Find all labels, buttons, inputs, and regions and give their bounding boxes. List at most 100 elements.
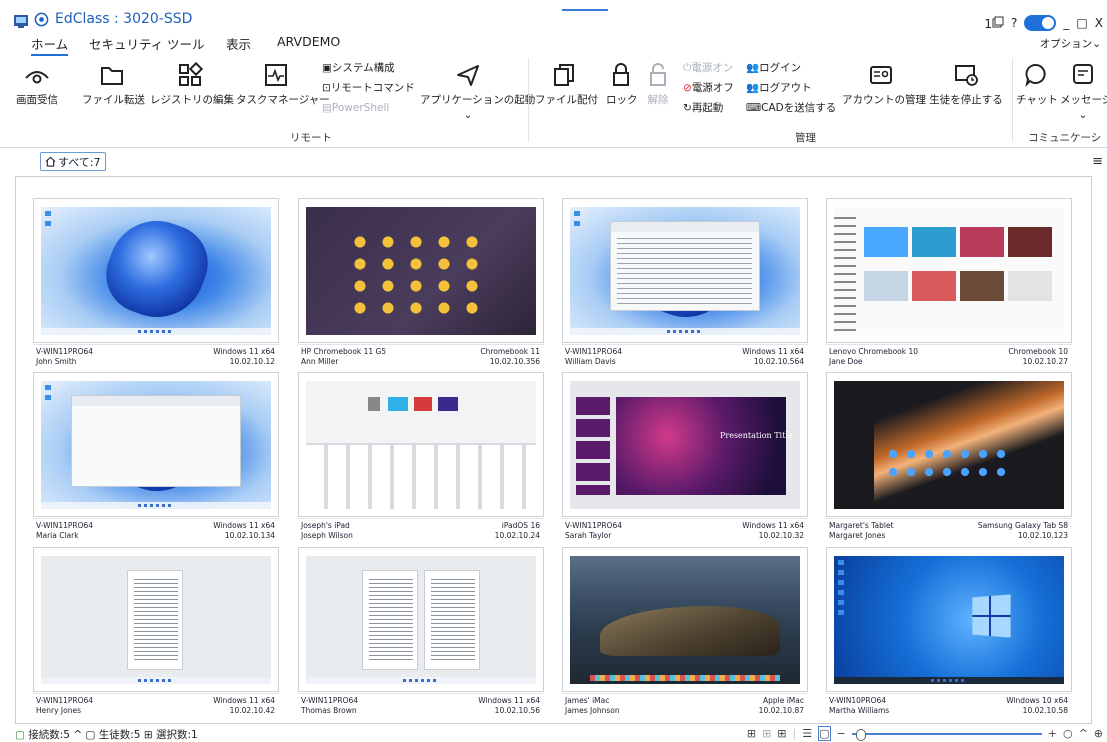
screen-preview (834, 206, 1064, 335)
card-os: Samsung Galaxy Tab S8 (977, 521, 1068, 530)
card-os: Apple iMac (762, 696, 804, 705)
tab-view[interactable]: 表示 (226, 34, 251, 53)
student-card[interactable]: Joseph's iPad Joseph Wilson iPadOS 16 10.02… (298, 372, 544, 542)
message-dropdown-icon: ⌄ (1078, 109, 1088, 121)
screen-preview: Presentation Title (570, 380, 800, 509)
account-manage-button[interactable]: アカウントの管理 (842, 60, 926, 107)
app-launch-button[interactable]: アプリケーションの起動 ⌄ (420, 60, 535, 121)
card-screenshot (826, 372, 1072, 517)
student-card[interactable]: V-WIN11PRO64 John Smith Windows 11 x64 10.0… (33, 198, 279, 368)
student-card[interactable]: Lenovo Chromebook 10 Jane Doe Chromebook 1… (826, 198, 1072, 368)
powershell-icon: ▤ (322, 102, 332, 114)
grid-small-icon[interactable]: ⊞ (777, 727, 786, 740)
screen-receive-label: 画面受信 (16, 94, 58, 106)
system-config-button[interactable]: ▣システム構成 (322, 58, 415, 78)
file-distribute-button[interactable]: ファイル配付 (535, 60, 598, 107)
card-info: James' iMac James Johnson Apple iMac 10.02.… (562, 693, 808, 717)
app-icon (14, 15, 28, 28)
card-info: V-WIN11PRO64 Thomas Brown Windows 11 x64 10… (298, 693, 544, 717)
task-manager-button[interactable]: タスクマネージャー (236, 60, 330, 107)
hamburger-menu-icon[interactable]: ≡ (1092, 154, 1103, 169)
student-card[interactable]: Presentation Title V-WIN11PRO64 Sarah Tay… (562, 372, 808, 542)
student-card[interactable]: James' iMac James Johnson Apple iMac 10.02.… (562, 547, 808, 717)
screen-preview (41, 555, 271, 684)
card-os: Windows 11 x64 (213, 696, 275, 705)
options-label: オプション (1039, 38, 1093, 50)
minimize-button[interactable]: _ (1063, 16, 1069, 30)
divider: | (792, 727, 797, 740)
notification-button[interactable]: 1 (984, 16, 1004, 31)
grid-large-icon[interactable]: ⊞ (747, 727, 756, 740)
student-card[interactable]: V-WIN11PRO64 Henry Jones Windows 11 x64 10.… (33, 547, 279, 717)
eye-icon (25, 71, 49, 84)
file-transfer-button[interactable]: ファイル転送 (82, 60, 145, 107)
options-menu[interactable]: オプション⌄ (1040, 36, 1101, 51)
tab-security[interactable]: セキュリティ (89, 34, 163, 53)
zoom-out-icon[interactable]: − (837, 727, 846, 740)
student-card[interactable]: V-WIN11PRO64 William Davis Windows 11 x64 1… (562, 198, 808, 368)
notification-count: 1 (984, 16, 993, 31)
student-card[interactable]: HP Chromebook 11 G5 Ann Miller Chromebook … (298, 198, 544, 368)
title-accent-bar (562, 9, 608, 11)
card-os: Windows 11 x64 (742, 347, 804, 356)
file-copy-icon (554, 64, 574, 86)
tab-tools[interactable]: ツール (167, 34, 205, 53)
message-button[interactable]: メッセージ ⌄ (1060, 60, 1107, 121)
send-cad-button[interactable]: ⌨CADを送信する (746, 98, 836, 118)
title-bar: EdClass : 3020-SSD 1 ? _ □ X (0, 0, 1107, 34)
logout-button[interactable]: 👥ログアウト (746, 78, 836, 98)
card-host: HP Chromebook 11 G5 (301, 347, 387, 356)
power-on-button[interactable]: ⏻電源オン (683, 58, 734, 78)
list-view-icon[interactable]: ☰ (802, 727, 812, 740)
ribbon-separator (1012, 58, 1013, 142)
close-button[interactable]: X (1095, 16, 1103, 30)
tab-home[interactable]: ホーム (31, 34, 69, 56)
card-info: HP Chromebook 11 G5 Ann Miller Chromebook … (298, 344, 544, 368)
filter-all-chip[interactable]: すべて:7 (40, 152, 106, 171)
student-card[interactable]: Margaret's Tablet Margaret Jones Samsung G… (826, 372, 1072, 542)
refresh-circle-icon[interactable]: ○ (1063, 727, 1073, 740)
chat-button[interactable]: チャット (1016, 60, 1058, 107)
zoom-in-icon[interactable]: + (1048, 727, 1057, 740)
magnifier-icon[interactable]: ⊕ (1094, 727, 1103, 740)
card-ip: 10.02.10.32 (758, 531, 804, 540)
mode-toggle[interactable] (1024, 15, 1057, 31)
tab-arvdemo[interactable]: ARVDEMO (277, 34, 340, 49)
status-bar: ▢ 接続数:5 ^ ▢ 生徒数:5 ⊞ 選択数:1 ⊞ ⊞ ⊞ | ☰ ▢ − … (0, 724, 1107, 742)
grid-medium-icon[interactable]: ⊞ (762, 727, 771, 740)
login-label: ログイン (759, 62, 802, 74)
card-screenshot (562, 198, 808, 343)
help-button[interactable]: ? (1011, 16, 1017, 30)
group-label-remote: リモート (290, 132, 332, 144)
student-card[interactable]: V-WIN10PRO64 Martha Williams Windows 10 x6… (826, 547, 1072, 717)
registry-edit-label: レジストリの編集 (150, 94, 234, 106)
lock-button[interactable]: ロック (606, 60, 638, 107)
login-button[interactable]: 👥ログイン (746, 58, 836, 78)
file-distribute-label: ファイル配付 (535, 94, 598, 106)
registry-edit-button[interactable]: レジストリの編集 (150, 60, 234, 107)
maximize-button[interactable]: □ (1076, 16, 1087, 30)
remote-command-button[interactable]: ⊡リモートコマンド (322, 78, 415, 98)
stop-student-button[interactable]: 生徒を停止する (927, 60, 1005, 107)
students-count: 生徒数:5 (98, 729, 141, 741)
remote-command-label: リモートコマンド (330, 82, 415, 94)
zoom-slider[interactable] (851, 728, 1042, 741)
collapse-chevron-icon[interactable]: ^ (1079, 727, 1088, 740)
screen-receive-button[interactable]: 画面受信 (10, 60, 64, 107)
screen-preview (306, 555, 536, 684)
card-host: Margaret's Tablet (829, 521, 894, 530)
student-card[interactable]: V-WIN11PRO64 Thomas Brown Windows 11 x64 10… (298, 547, 544, 717)
powershell-button[interactable]: ▤PowerShell (322, 98, 415, 118)
thumbnail-view-icon[interactable]: ▢ (818, 726, 831, 741)
unlock-button[interactable]: 解除 (643, 60, 673, 107)
restart-button[interactable]: ↻再起動 (683, 98, 734, 118)
card-user: Sarah Taylor (565, 531, 612, 540)
card-host: Joseph's iPad (301, 521, 350, 530)
power-off-button[interactable]: ⊘電源オフ (683, 78, 734, 98)
card-ip: 10.02.10.12 (229, 357, 275, 366)
card-user: Thomas Brown (301, 706, 357, 715)
screen-preview (41, 380, 271, 509)
student-card[interactable]: V-WIN11PRO64 Maria Clark Windows 11 x64 10.… (33, 372, 279, 542)
keyboard-icon: ⌨ (746, 102, 762, 114)
expand-chevron-icon[interactable]: ^ (73, 729, 82, 741)
